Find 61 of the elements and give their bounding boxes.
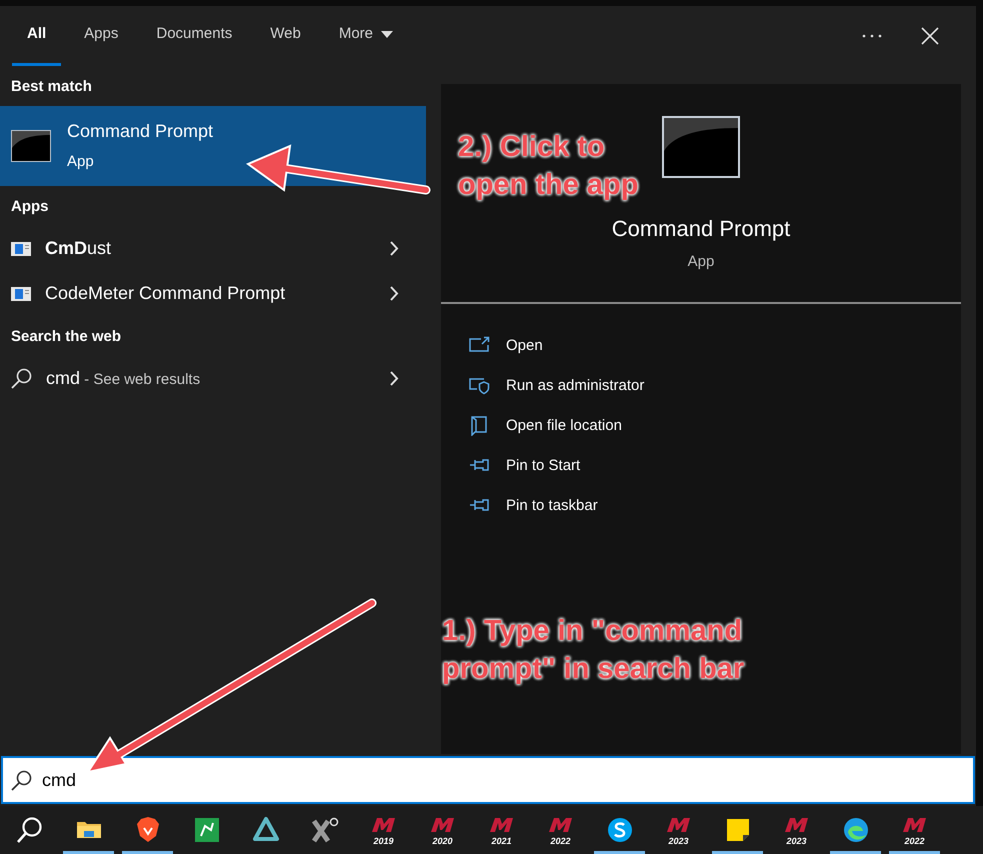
annotation-text: 1.) Type in "command prompt" in search bar	[442, 614, 744, 687]
close-icon	[921, 27, 939, 45]
chevron-right-icon	[390, 370, 399, 386]
search-icon	[11, 368, 32, 389]
year-label: 2023	[668, 836, 689, 846]
x-logo-icon	[310, 816, 338, 844]
tab[interactable]: All	[12, 6, 62, 66]
context-action[interactable]: Pin to taskbar	[469, 486, 961, 526]
tab[interactable]: Documents	[141, 6, 248, 66]
app-window-icon	[11, 242, 31, 256]
app-result[interactable]: CodeMeter Command Prompt	[0, 271, 426, 316]
app-result[interactable]: CmDust	[0, 226, 426, 271]
section-heading: Apps	[10, 196, 50, 216]
year-label: 2023	[786, 836, 807, 846]
app-title: Command Prompt	[612, 215, 790, 243]
taskbar-button[interactable]: 2022	[885, 806, 944, 854]
result-title: Command Prompt	[67, 120, 214, 144]
context-action[interactable]: Open file location	[469, 406, 961, 446]
app-icon	[192, 816, 220, 844]
more-options-icon	[862, 34, 882, 38]
taskbar-button[interactable]: 2023	[649, 806, 708, 854]
app-type: App	[688, 252, 714, 272]
context-action[interactable]: Run as administrator	[469, 366, 961, 406]
taskbar-button[interactable]: 2022	[531, 806, 590, 854]
web-result[interactable]: cmd - See web results	[0, 356, 426, 401]
year-label: 2022	[904, 836, 925, 846]
taskbar-button[interactable]: 2023	[767, 806, 826, 854]
best-match-result[interactable]: Command Prompt App	[0, 106, 426, 186]
year-label: 2020	[432, 836, 453, 846]
admin-icon	[469, 376, 490, 396]
chevron-right-icon	[390, 240, 399, 256]
folder-icon	[469, 416, 490, 436]
s-logo-icon	[606, 816, 634, 844]
taskbar-button[interactable]: 2019	[354, 806, 413, 854]
terminal-icon	[662, 116, 740, 178]
tab[interactable]: Web	[255, 6, 316, 66]
section-heading: Best match	[10, 76, 93, 96]
taskbar-button[interactable]: 2021	[472, 806, 531, 854]
tab[interactable]: More	[324, 6, 408, 66]
tab[interactable]: Apps	[69, 6, 134, 66]
search-field[interactable]: cmd	[1, 756, 975, 804]
section-heading: Search the web	[10, 326, 122, 346]
search-icon	[16, 816, 44, 844]
annotation-text: 2.) Click to open the app	[458, 130, 638, 203]
swirl-icon	[842, 816, 870, 844]
context-action[interactable]: Pin to Start	[469, 446, 961, 486]
result-title: CmDust	[45, 237, 112, 260]
app-window-icon	[11, 286, 31, 300]
triangle-icon	[252, 816, 280, 844]
terminal-icon	[11, 130, 51, 162]
search-icon	[11, 770, 32, 790]
search-input[interactable]: cmd	[42, 766, 965, 794]
web-result-text: cmd - See web results	[46, 367, 200, 390]
context-action[interactable]: Open	[469, 326, 961, 366]
result-title: CodeMeter Command Prompt	[45, 282, 286, 305]
taskbar-button[interactable]: 2020	[413, 806, 472, 854]
year-label: 2019	[373, 836, 394, 846]
result-type: App	[67, 152, 95, 172]
year-label: 2021	[491, 836, 512, 846]
year-label: 2022	[550, 836, 571, 846]
chevron-right-icon	[390, 286, 399, 302]
